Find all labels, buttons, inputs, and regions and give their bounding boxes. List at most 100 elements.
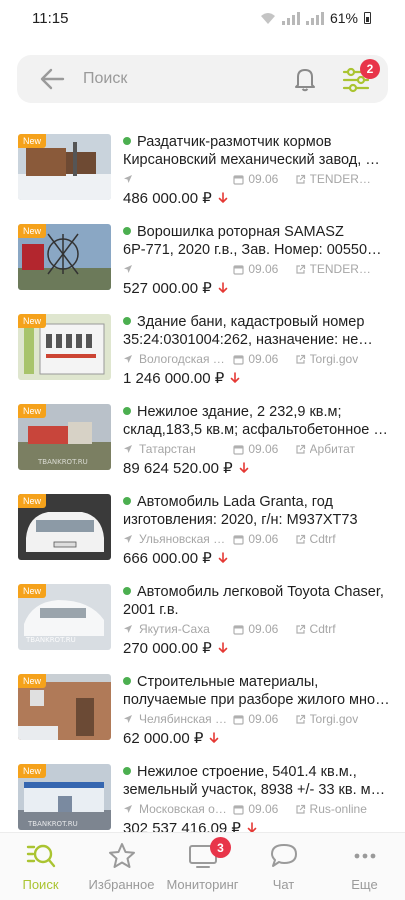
price-text: 89 624 520.00 ₽ (123, 460, 233, 477)
price-down-icon (218, 192, 228, 203)
listing-source[interactable]: Cdtrf (295, 622, 393, 636)
listing-title-line1: Строительные материалы, (137, 674, 319, 690)
bottom-navigation: Поиск Избранное 3 Мониторинг Чат Еще (0, 832, 405, 900)
listing-meta: Якутия-Саха 09.06 Cdtrf (123, 620, 393, 638)
listing-title-line1: Автомобиль Lada Granta, год (137, 494, 333, 510)
battery-icon (364, 12, 371, 24)
nav-monitoring[interactable]: 3 Мониторинг (162, 833, 243, 900)
svg-text:ТBANKROT.RU: ТBANKROT.RU (27, 820, 78, 828)
listing-price: 62 000.00 ₽ (123, 729, 393, 747)
external-link-icon (295, 624, 305, 634)
region-text: Якутия-Саха (139, 622, 210, 636)
listing-item[interactable]: ТBANKROT.RU New Нежилое здание, 2 232,9 кв… (0, 397, 405, 487)
location-arrow-icon (124, 715, 132, 723)
listing-info: Здание бани, кадастровый номер 35:24:0301… (123, 313, 393, 387)
listing-info: Автомобиль Lada Granta, год изготовления:… (123, 493, 393, 567)
listing-price: 527 000.00 ₽ (123, 279, 393, 297)
external-link-icon (295, 714, 305, 724)
listing-meta: Вологодская о… 09.06 Torgi.gov (123, 350, 393, 368)
price-text: 270 000.00 ₽ (123, 640, 212, 657)
listing-date: 09.06 (233, 352, 284, 366)
search-input[interactable] (83, 64, 273, 94)
listing-title: Строительные материалы, получаемые при ра… (123, 673, 393, 709)
active-status-dot (123, 407, 131, 415)
svg-text:ТBANKROT.RU: ТBANKROT.RU (37, 458, 88, 466)
listing-thumbnail: New (18, 494, 111, 560)
listing-region: Якутия-Саха (123, 622, 231, 636)
price-text: 1 246 000.00 ₽ (123, 370, 225, 387)
listing-source[interactable]: Torgi.gov (295, 712, 393, 726)
wifi-icon (260, 12, 275, 24)
price-down-icon (218, 552, 228, 563)
nav-label: Поиск (22, 877, 59, 892)
listing-title-line1: Здание бани, кадастровый номер (137, 314, 365, 330)
external-link-icon (295, 534, 305, 544)
listing-source[interactable]: Арбитат (295, 442, 393, 456)
nav-chat[interactable]: Чат (243, 833, 324, 900)
bell-icon[interactable] (291, 65, 319, 93)
listing-thumbnail: ТBANKROT.RU New (18, 584, 111, 650)
listing-date: 09.06 (233, 622, 284, 636)
listing-source[interactable]: Cdtrf (295, 532, 393, 546)
back-arrow-icon[interactable] (39, 67, 65, 91)
active-status-dot (123, 767, 131, 775)
listing-price: 486 000.00 ₽ (123, 189, 393, 207)
listing-region: Ульяновская о… (123, 532, 231, 546)
active-status-dot (123, 317, 131, 325)
price-text: 62 000.00 ₽ (123, 730, 204, 747)
listing-title-line1: Автомобиль легковой Toyota Chaser, (137, 584, 384, 600)
listing-item[interactable]: New Ворошилка роторная SAMASZ 6P-771, 2020… (0, 217, 405, 307)
region-text: Вологодская о… (139, 352, 232, 366)
listing-title: Автомобиль Lada Granta, год изготовления:… (123, 493, 393, 529)
location-arrow-icon (124, 805, 132, 813)
calendar-icon (233, 444, 244, 455)
date-text: 09.06 (248, 172, 279, 186)
date-text: 09.06 (248, 532, 279, 546)
date-text: 09.06 (248, 262, 279, 276)
nav-favorites[interactable]: Избранное (81, 833, 162, 900)
listing-region (123, 264, 231, 274)
calendar-icon (233, 624, 244, 635)
external-link-icon (295, 444, 305, 454)
listing-title-line2: 2001 г.в. (123, 602, 179, 618)
listing-item[interactable]: ТBANKROT.RU New Автомобиль легковой Toyota… (0, 577, 405, 667)
active-status-dot (123, 227, 131, 235)
search-icon (26, 844, 55, 868)
listing-source[interactable]: Torgi.gov (295, 352, 393, 366)
listing-title-line1: Нежилое здание, 2 232,9 кв.м; (137, 404, 342, 420)
listing-item[interactable]: New Строительные материалы, получаемые при… (0, 667, 405, 757)
listing-date: 09.06 (233, 802, 284, 816)
listing-source[interactable]: Rus-online (295, 802, 393, 816)
listing-price: 270 000.00 ₽ (123, 639, 393, 657)
region-text: Челябинская о… (139, 712, 232, 726)
listing-item[interactable]: New Здание бани, кадастровый номер 35:24:0… (0, 307, 405, 397)
listing-region: Московская о… (123, 802, 231, 816)
nav-more[interactable]: Еще (324, 833, 405, 900)
battery-percent: 61% (329, 10, 358, 26)
location-arrow-icon (124, 445, 132, 453)
new-badge: New (18, 494, 47, 508)
listing-list: New Раздатчик-размотчик кормов Кирсановски… (0, 127, 405, 847)
calendar-icon (233, 714, 244, 725)
nav-search[interactable]: Поиск (0, 833, 81, 900)
price-text: 666 000.00 ₽ (123, 550, 212, 567)
listing-thumbnail: ТBANKROT.RU New (18, 404, 111, 470)
listing-item[interactable]: New Раздатчик-размотчик кормов Кирсановски… (0, 127, 405, 217)
listing-meta: Челябинская о… 09.06 Torgi.gov (123, 710, 393, 728)
active-status-dot (123, 497, 131, 505)
listing-info: Ворошилка роторная SAMASZ 6P-771, 2020 г.… (123, 223, 393, 297)
listing-info: Строительные материалы, получаемые при ра… (123, 673, 393, 747)
nav-label: Избранное (88, 877, 155, 892)
location-arrow-icon (124, 535, 132, 543)
external-link-icon (295, 174, 305, 184)
listing-source[interactable]: TENDER… (295, 262, 393, 276)
price-text: 527 000.00 ₽ (123, 280, 212, 297)
listing-item[interactable]: New Автомобиль Lada Granta, год изготовлен… (0, 487, 405, 577)
search-bar: 2 (17, 55, 388, 103)
listing-source[interactable]: TENDER… (295, 172, 393, 186)
calendar-icon (233, 174, 244, 185)
active-status-dot (123, 587, 131, 595)
calendar-icon (233, 534, 244, 545)
star-icon (108, 843, 135, 868)
listing-info: Автомобиль легковой Toyota Chaser, 2001 г… (123, 583, 393, 657)
